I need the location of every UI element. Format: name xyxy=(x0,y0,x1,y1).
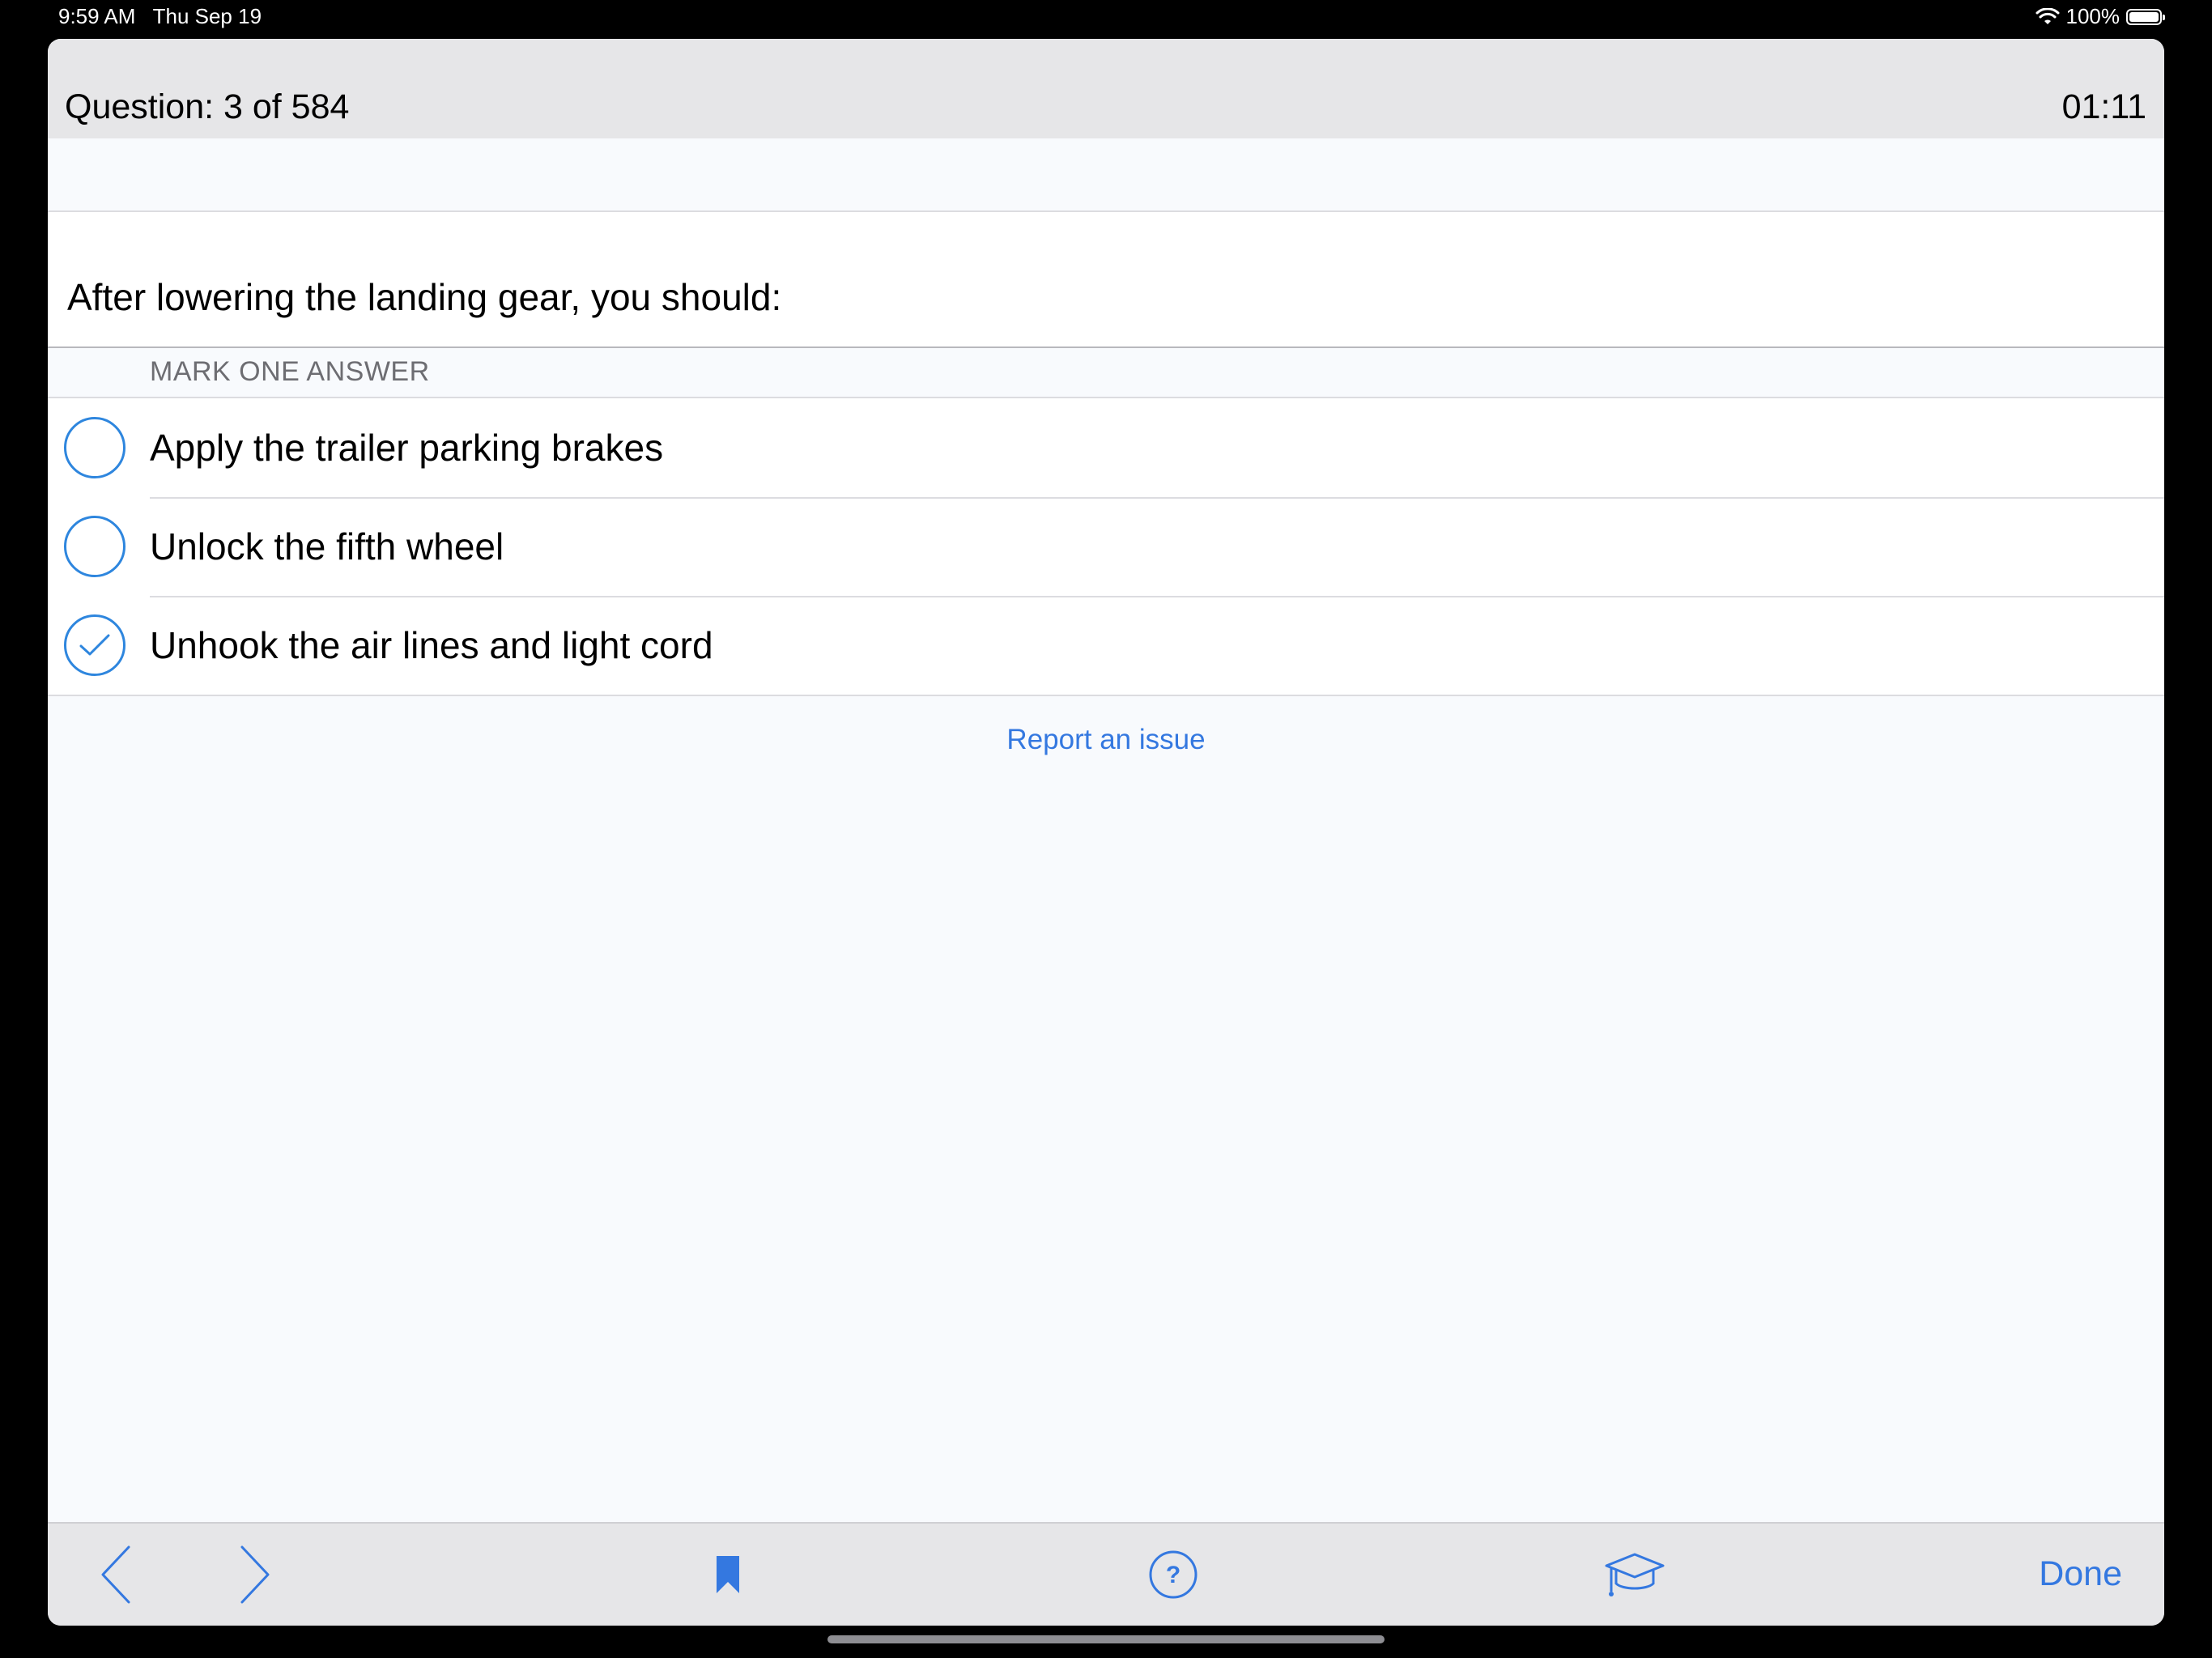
radio-unchecked-icon[interactable] xyxy=(64,516,125,577)
status-indicators: 100% xyxy=(2035,4,2165,29)
answers-section-label: MARK ONE ANSWER xyxy=(150,356,430,387)
svg-text:?: ? xyxy=(1166,1562,1180,1588)
bookmark-button[interactable] xyxy=(696,1524,760,1626)
answer-option-2[interactable]: Unlock the fifth wheel xyxy=(48,497,2164,596)
answer-label: Apply the trailer parking brakes xyxy=(150,427,664,469)
answer-label: Unhook the air lines and light cord xyxy=(150,624,713,666)
chevron-right-icon xyxy=(240,1545,270,1604)
report-issue-link[interactable]: Report an issue xyxy=(48,724,2164,756)
question-circle-icon: ? xyxy=(1149,1550,1197,1599)
status-time-date: 9:59 AM Thu Sep 19 xyxy=(58,4,262,29)
report-issue-label[interactable]: Report an issue xyxy=(1006,724,1205,755)
status-bar: 9:59 AM Thu Sep 19 100% xyxy=(0,0,2212,37)
status-date: Thu Sep 19 xyxy=(152,4,262,28)
battery-percentage: 100% xyxy=(2065,4,2121,28)
question-counter: Question: 3 of 584 xyxy=(65,87,350,126)
study-mode-button[interactable] xyxy=(1586,1524,1683,1626)
checkmark-icon xyxy=(79,634,110,656)
quiz-header: Question: 3 of 584 01:11 xyxy=(48,39,2164,138)
radio-unchecked-icon[interactable] xyxy=(64,417,125,478)
question-panel: After lowering the landing gear, you sho… xyxy=(48,210,2164,348)
home-indicator[interactable] xyxy=(827,1635,1385,1643)
graduation-cap-icon xyxy=(1605,1553,1665,1596)
battery-icon xyxy=(2126,8,2165,25)
forward-button[interactable] xyxy=(223,1524,287,1626)
status-time: 9:59 AM xyxy=(58,4,136,28)
quiz-timer: 01:11 xyxy=(2061,87,2146,126)
chevron-left-icon xyxy=(101,1545,130,1604)
done-button[interactable]: Done xyxy=(2039,1554,2122,1594)
answer-option-3[interactable]: Unhook the air lines and light cord xyxy=(48,596,2164,695)
bookmark-icon xyxy=(717,1556,739,1593)
answer-option-1[interactable]: Apply the trailer parking brakes xyxy=(48,398,2164,497)
answer-list: Apply the trailer parking brakes Unlock … xyxy=(48,397,2164,696)
bottom-toolbar: ? Done xyxy=(48,1522,2164,1626)
quiz-window: Question: 3 of 584 01:11 After lowering … xyxy=(48,39,2164,1626)
question-text: After lowering the landing gear, you sho… xyxy=(67,276,782,318)
back-button[interactable] xyxy=(83,1524,148,1626)
answer-label: Unlock the fifth wheel xyxy=(150,525,504,568)
radio-checked-icon[interactable] xyxy=(64,614,125,676)
help-button[interactable]: ? xyxy=(1125,1524,1222,1626)
done-label[interactable]: Done xyxy=(2039,1554,2122,1593)
wifi-icon xyxy=(2035,7,2059,24)
